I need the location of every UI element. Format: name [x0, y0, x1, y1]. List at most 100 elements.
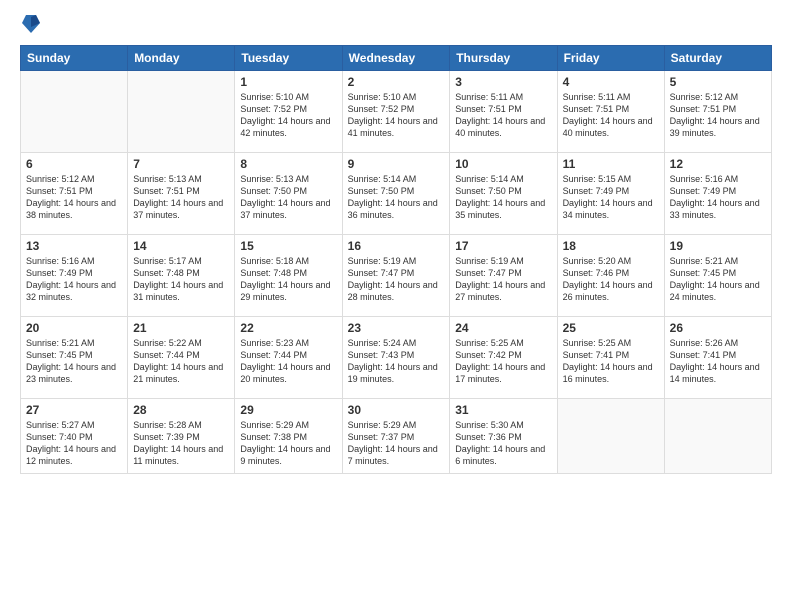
calendar-week-3: 13 Sunrise: 5:16 AMSunset: 7:49 PMDaylig…: [21, 235, 772, 317]
day-number: 16: [348, 239, 445, 253]
day-number: 24: [455, 321, 551, 335]
calendar-cell: 2 Sunrise: 5:10 AMSunset: 7:52 PMDayligh…: [342, 71, 450, 153]
calendar-cell: 14 Sunrise: 5:17 AMSunset: 7:48 PMDaylig…: [128, 235, 235, 317]
calendar-cell: 20 Sunrise: 5:21 AMSunset: 7:45 PMDaylig…: [21, 317, 128, 399]
calendar-cell: 13 Sunrise: 5:16 AMSunset: 7:49 PMDaylig…: [21, 235, 128, 317]
logo-icon: [22, 13, 40, 35]
calendar-cell: 21 Sunrise: 5:22 AMSunset: 7:44 PMDaylig…: [128, 317, 235, 399]
logo: [20, 15, 40, 35]
calendar-cell: 7 Sunrise: 5:13 AMSunset: 7:51 PMDayligh…: [128, 153, 235, 235]
day-number: 6: [26, 157, 122, 171]
day-info: Sunrise: 5:10 AMSunset: 7:52 PMDaylight:…: [240, 91, 336, 140]
day-number: 13: [26, 239, 122, 253]
calendar-cell: [21, 71, 128, 153]
calendar-cell: 10 Sunrise: 5:14 AMSunset: 7:50 PMDaylig…: [450, 153, 557, 235]
calendar-week-5: 27 Sunrise: 5:27 AMSunset: 7:40 PMDaylig…: [21, 399, 772, 474]
day-number: 23: [348, 321, 445, 335]
calendar-cell: [128, 71, 235, 153]
calendar-cell: 16 Sunrise: 5:19 AMSunset: 7:47 PMDaylig…: [342, 235, 450, 317]
day-info: Sunrise: 5:17 AMSunset: 7:48 PMDaylight:…: [133, 255, 229, 304]
day-info: Sunrise: 5:26 AMSunset: 7:41 PMDaylight:…: [670, 337, 766, 386]
day-info: Sunrise: 5:25 AMSunset: 7:41 PMDaylight:…: [563, 337, 659, 386]
weekday-header-monday: Monday: [128, 46, 235, 71]
weekday-header-wednesday: Wednesday: [342, 46, 450, 71]
day-info: Sunrise: 5:30 AMSunset: 7:36 PMDaylight:…: [455, 419, 551, 468]
day-info: Sunrise: 5:19 AMSunset: 7:47 PMDaylight:…: [348, 255, 445, 304]
day-info: Sunrise: 5:13 AMSunset: 7:50 PMDaylight:…: [240, 173, 336, 222]
day-number: 29: [240, 403, 336, 417]
day-info: Sunrise: 5:24 AMSunset: 7:43 PMDaylight:…: [348, 337, 445, 386]
calendar-cell: [557, 399, 664, 474]
calendar-cell: 26 Sunrise: 5:26 AMSunset: 7:41 PMDaylig…: [664, 317, 771, 399]
weekday-header-sunday: Sunday: [21, 46, 128, 71]
day-number: 21: [133, 321, 229, 335]
day-info: Sunrise: 5:15 AMSunset: 7:49 PMDaylight:…: [563, 173, 659, 222]
weekday-header-friday: Friday: [557, 46, 664, 71]
calendar-cell: 11 Sunrise: 5:15 AMSunset: 7:49 PMDaylig…: [557, 153, 664, 235]
day-info: Sunrise: 5:27 AMSunset: 7:40 PMDaylight:…: [26, 419, 122, 468]
calendar-week-4: 20 Sunrise: 5:21 AMSunset: 7:45 PMDaylig…: [21, 317, 772, 399]
day-info: Sunrise: 5:11 AMSunset: 7:51 PMDaylight:…: [455, 91, 551, 140]
day-number: 28: [133, 403, 229, 417]
day-info: Sunrise: 5:21 AMSunset: 7:45 PMDaylight:…: [26, 337, 122, 386]
day-number: 3: [455, 75, 551, 89]
day-number: 4: [563, 75, 659, 89]
calendar-week-1: 1 Sunrise: 5:10 AMSunset: 7:52 PMDayligh…: [21, 71, 772, 153]
day-number: 5: [670, 75, 766, 89]
day-info: Sunrise: 5:12 AMSunset: 7:51 PMDaylight:…: [670, 91, 766, 140]
day-number: 31: [455, 403, 551, 417]
calendar-cell: 25 Sunrise: 5:25 AMSunset: 7:41 PMDaylig…: [557, 317, 664, 399]
day-info: Sunrise: 5:29 AMSunset: 7:37 PMDaylight:…: [348, 419, 445, 468]
weekday-header-saturday: Saturday: [664, 46, 771, 71]
weekday-header-tuesday: Tuesday: [235, 46, 342, 71]
day-number: 12: [670, 157, 766, 171]
day-number: 1: [240, 75, 336, 89]
day-info: Sunrise: 5:20 AMSunset: 7:46 PMDaylight:…: [563, 255, 659, 304]
calendar-week-2: 6 Sunrise: 5:12 AMSunset: 7:51 PMDayligh…: [21, 153, 772, 235]
day-info: Sunrise: 5:12 AMSunset: 7:51 PMDaylight:…: [26, 173, 122, 222]
day-number: 25: [563, 321, 659, 335]
day-info: Sunrise: 5:19 AMSunset: 7:47 PMDaylight:…: [455, 255, 551, 304]
day-number: 20: [26, 321, 122, 335]
day-number: 10: [455, 157, 551, 171]
calendar-cell: 15 Sunrise: 5:18 AMSunset: 7:48 PMDaylig…: [235, 235, 342, 317]
calendar-cell: 23 Sunrise: 5:24 AMSunset: 7:43 PMDaylig…: [342, 317, 450, 399]
day-number: 19: [670, 239, 766, 253]
day-number: 27: [26, 403, 122, 417]
day-number: 30: [348, 403, 445, 417]
day-number: 8: [240, 157, 336, 171]
day-number: 26: [670, 321, 766, 335]
calendar-cell: 29 Sunrise: 5:29 AMSunset: 7:38 PMDaylig…: [235, 399, 342, 474]
day-info: Sunrise: 5:23 AMSunset: 7:44 PMDaylight:…: [240, 337, 336, 386]
calendar-cell: 27 Sunrise: 5:27 AMSunset: 7:40 PMDaylig…: [21, 399, 128, 474]
calendar-cell: 24 Sunrise: 5:25 AMSunset: 7:42 PMDaylig…: [450, 317, 557, 399]
day-info: Sunrise: 5:29 AMSunset: 7:38 PMDaylight:…: [240, 419, 336, 468]
page-header: [20, 15, 772, 35]
day-number: 9: [348, 157, 445, 171]
weekday-header-row: SundayMondayTuesdayWednesdayThursdayFrid…: [21, 46, 772, 71]
calendar-cell: 31 Sunrise: 5:30 AMSunset: 7:36 PMDaylig…: [450, 399, 557, 474]
day-number: 11: [563, 157, 659, 171]
calendar-cell: 19 Sunrise: 5:21 AMSunset: 7:45 PMDaylig…: [664, 235, 771, 317]
day-info: Sunrise: 5:25 AMSunset: 7:42 PMDaylight:…: [455, 337, 551, 386]
logo-text: [20, 15, 40, 35]
calendar-cell: 5 Sunrise: 5:12 AMSunset: 7:51 PMDayligh…: [664, 71, 771, 153]
day-info: Sunrise: 5:11 AMSunset: 7:51 PMDaylight:…: [563, 91, 659, 140]
day-info: Sunrise: 5:22 AMSunset: 7:44 PMDaylight:…: [133, 337, 229, 386]
calendar-page: SundayMondayTuesdayWednesdayThursdayFrid…: [0, 0, 792, 612]
day-info: Sunrise: 5:18 AMSunset: 7:48 PMDaylight:…: [240, 255, 336, 304]
calendar-cell: 9 Sunrise: 5:14 AMSunset: 7:50 PMDayligh…: [342, 153, 450, 235]
calendar-cell: 4 Sunrise: 5:11 AMSunset: 7:51 PMDayligh…: [557, 71, 664, 153]
day-number: 14: [133, 239, 229, 253]
calendar-cell: 1 Sunrise: 5:10 AMSunset: 7:52 PMDayligh…: [235, 71, 342, 153]
calendar-cell: 30 Sunrise: 5:29 AMSunset: 7:37 PMDaylig…: [342, 399, 450, 474]
day-number: 2: [348, 75, 445, 89]
calendar-cell: 8 Sunrise: 5:13 AMSunset: 7:50 PMDayligh…: [235, 153, 342, 235]
day-number: 22: [240, 321, 336, 335]
day-number: 18: [563, 239, 659, 253]
day-info: Sunrise: 5:10 AMSunset: 7:52 PMDaylight:…: [348, 91, 445, 140]
day-number: 15: [240, 239, 336, 253]
day-number: 17: [455, 239, 551, 253]
calendar-cell: 28 Sunrise: 5:28 AMSunset: 7:39 PMDaylig…: [128, 399, 235, 474]
calendar-cell: 18 Sunrise: 5:20 AMSunset: 7:46 PMDaylig…: [557, 235, 664, 317]
